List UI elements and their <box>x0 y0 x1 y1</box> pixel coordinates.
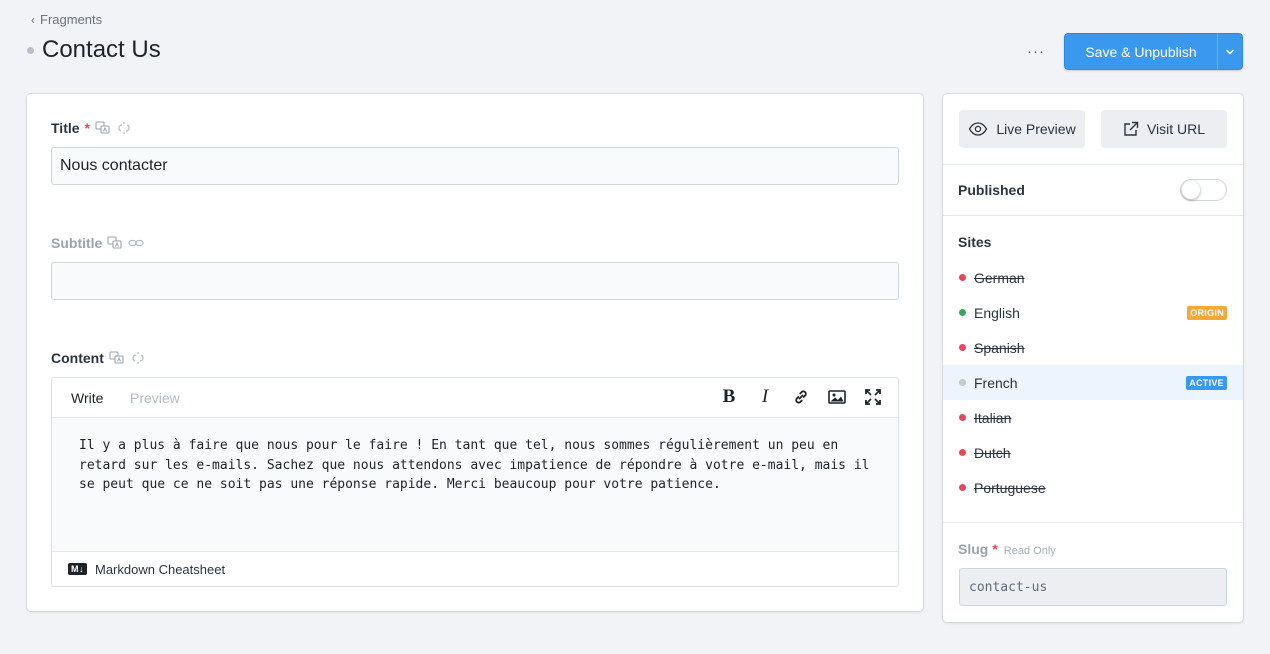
required-mark: * <box>992 541 998 557</box>
site-status-dot <box>959 414 966 421</box>
divider <box>943 215 1243 216</box>
markdown-textarea[interactable]: Il y a plus à faire que nous pour le fai… <box>52 418 898 551</box>
chevron-left-icon: ‹ <box>31 12 35 27</box>
markdown-toolbar: Write Preview B I <box>52 378 898 418</box>
sidebar-card: Live Preview Visit URL Published Sites G… <box>943 94 1243 622</box>
link-broken-icon <box>118 122 130 134</box>
external-link-icon <box>1124 121 1139 136</box>
slug-label: Slug * Read Only <box>958 541 1056 557</box>
status-dot-icon <box>27 46 34 54</box>
site-name: Spanish <box>974 339 1025 356</box>
site-name: English <box>974 304 1020 321</box>
origin-badge: ORIGIN <box>1187 305 1227 320</box>
required-mark: * <box>84 120 90 136</box>
translate-icon <box>107 236 122 249</box>
subtitle-field-label: Subtitle <box>51 235 144 251</box>
markdown-cheatsheet-link[interactable]: Markdown Cheatsheet <box>95 562 225 577</box>
main-form-card: Title * Nous contacter Subtitle Content … <box>27 94 923 611</box>
toggle-knob <box>1182 181 1200 199</box>
visit-url-label: Visit URL <box>1146 121 1206 137</box>
site-status-dot <box>959 309 966 316</box>
markdown-tools: B I <box>720 386 882 407</box>
site-item-german[interactable]: German <box>943 260 1243 295</box>
image-icon[interactable] <box>828 388 846 406</box>
link-icon <box>128 239 144 247</box>
slug-label-text: Slug <box>958 541 989 557</box>
save-dropdown-button[interactable] <box>1217 33 1243 70</box>
published-toggle[interactable] <box>1180 179 1227 201</box>
site-name: French <box>974 374 1018 391</box>
site-status-dot <box>959 344 966 351</box>
breadcrumb-link[interactable]: Fragments <box>40 12 102 27</box>
content-field-label: Content <box>51 350 146 366</box>
link-broken-icon <box>132 352 144 364</box>
breadcrumb[interactable]: ‹ Fragments <box>31 12 102 27</box>
bold-icon[interactable]: B <box>720 386 738 407</box>
tab-write[interactable]: Write <box>71 390 103 406</box>
site-name: German <box>974 269 1025 286</box>
published-label: Published <box>958 182 1025 198</box>
save-button-group: Save & Unpublish <box>1064 33 1243 70</box>
subtitle-label-text: Subtitle <box>51 235 103 251</box>
site-status-dot <box>959 449 966 456</box>
site-item-french[interactable]: French ACTIVE <box>943 365 1243 400</box>
site-name: Dutch <box>974 444 1011 461</box>
slug-input[interactable]: contact-us <box>959 568 1227 606</box>
italic-icon[interactable]: I <box>756 386 774 407</box>
link-icon[interactable] <box>792 388 810 406</box>
chevron-down-icon <box>1226 49 1234 54</box>
sites-label: Sites <box>958 234 992 250</box>
site-item-italian[interactable]: Italian <box>943 400 1243 435</box>
page-title: Contact Us <box>42 36 161 63</box>
markdown-icon: M↓ <box>68 563 87 575</box>
site-status-dot <box>959 379 966 386</box>
site-status-dot <box>959 274 966 281</box>
site-name: Portuguese <box>974 479 1046 496</box>
title-field-label: Title * <box>51 120 132 136</box>
title-row: Contact Us <box>27 36 161 64</box>
eye-icon <box>969 122 988 136</box>
save-unpublish-button[interactable]: Save & Unpublish <box>1064 33 1217 70</box>
tab-preview[interactable]: Preview <box>130 390 180 406</box>
live-preview-button[interactable]: Live Preview <box>959 110 1085 148</box>
live-preview-label: Live Preview <box>996 121 1076 137</box>
more-options-button[interactable]: ··· <box>1024 40 1048 62</box>
site-name: Italian <box>974 409 1012 426</box>
site-item-english[interactable]: English ORIGIN <box>943 295 1243 330</box>
site-status-dot <box>959 484 966 491</box>
translate-icon <box>95 121 110 134</box>
site-item-portuguese[interactable]: Portuguese <box>943 470 1243 505</box>
divider <box>943 164 1243 165</box>
subtitle-input[interactable] <box>51 262 899 300</box>
divider <box>943 522 1243 523</box>
fullscreen-icon[interactable] <box>864 388 882 406</box>
visit-url-button[interactable]: Visit URL <box>1101 110 1227 148</box>
translate-icon <box>109 351 124 364</box>
site-item-dutch[interactable]: Dutch <box>943 435 1243 470</box>
site-item-spanish[interactable]: Spanish <box>943 330 1243 365</box>
markdown-footer[interactable]: M↓ Markdown Cheatsheet <box>52 551 898 586</box>
markdown-editor: Write Preview B I Il y a plus à faire qu… <box>51 377 899 587</box>
content-label-text: Content <box>51 350 104 366</box>
read-only-note: Read Only <box>1003 545 1056 557</box>
title-label-text: Title <box>51 120 80 136</box>
active-badge: ACTIVE <box>1186 375 1227 390</box>
title-input[interactable]: Nous contacter <box>51 147 899 185</box>
